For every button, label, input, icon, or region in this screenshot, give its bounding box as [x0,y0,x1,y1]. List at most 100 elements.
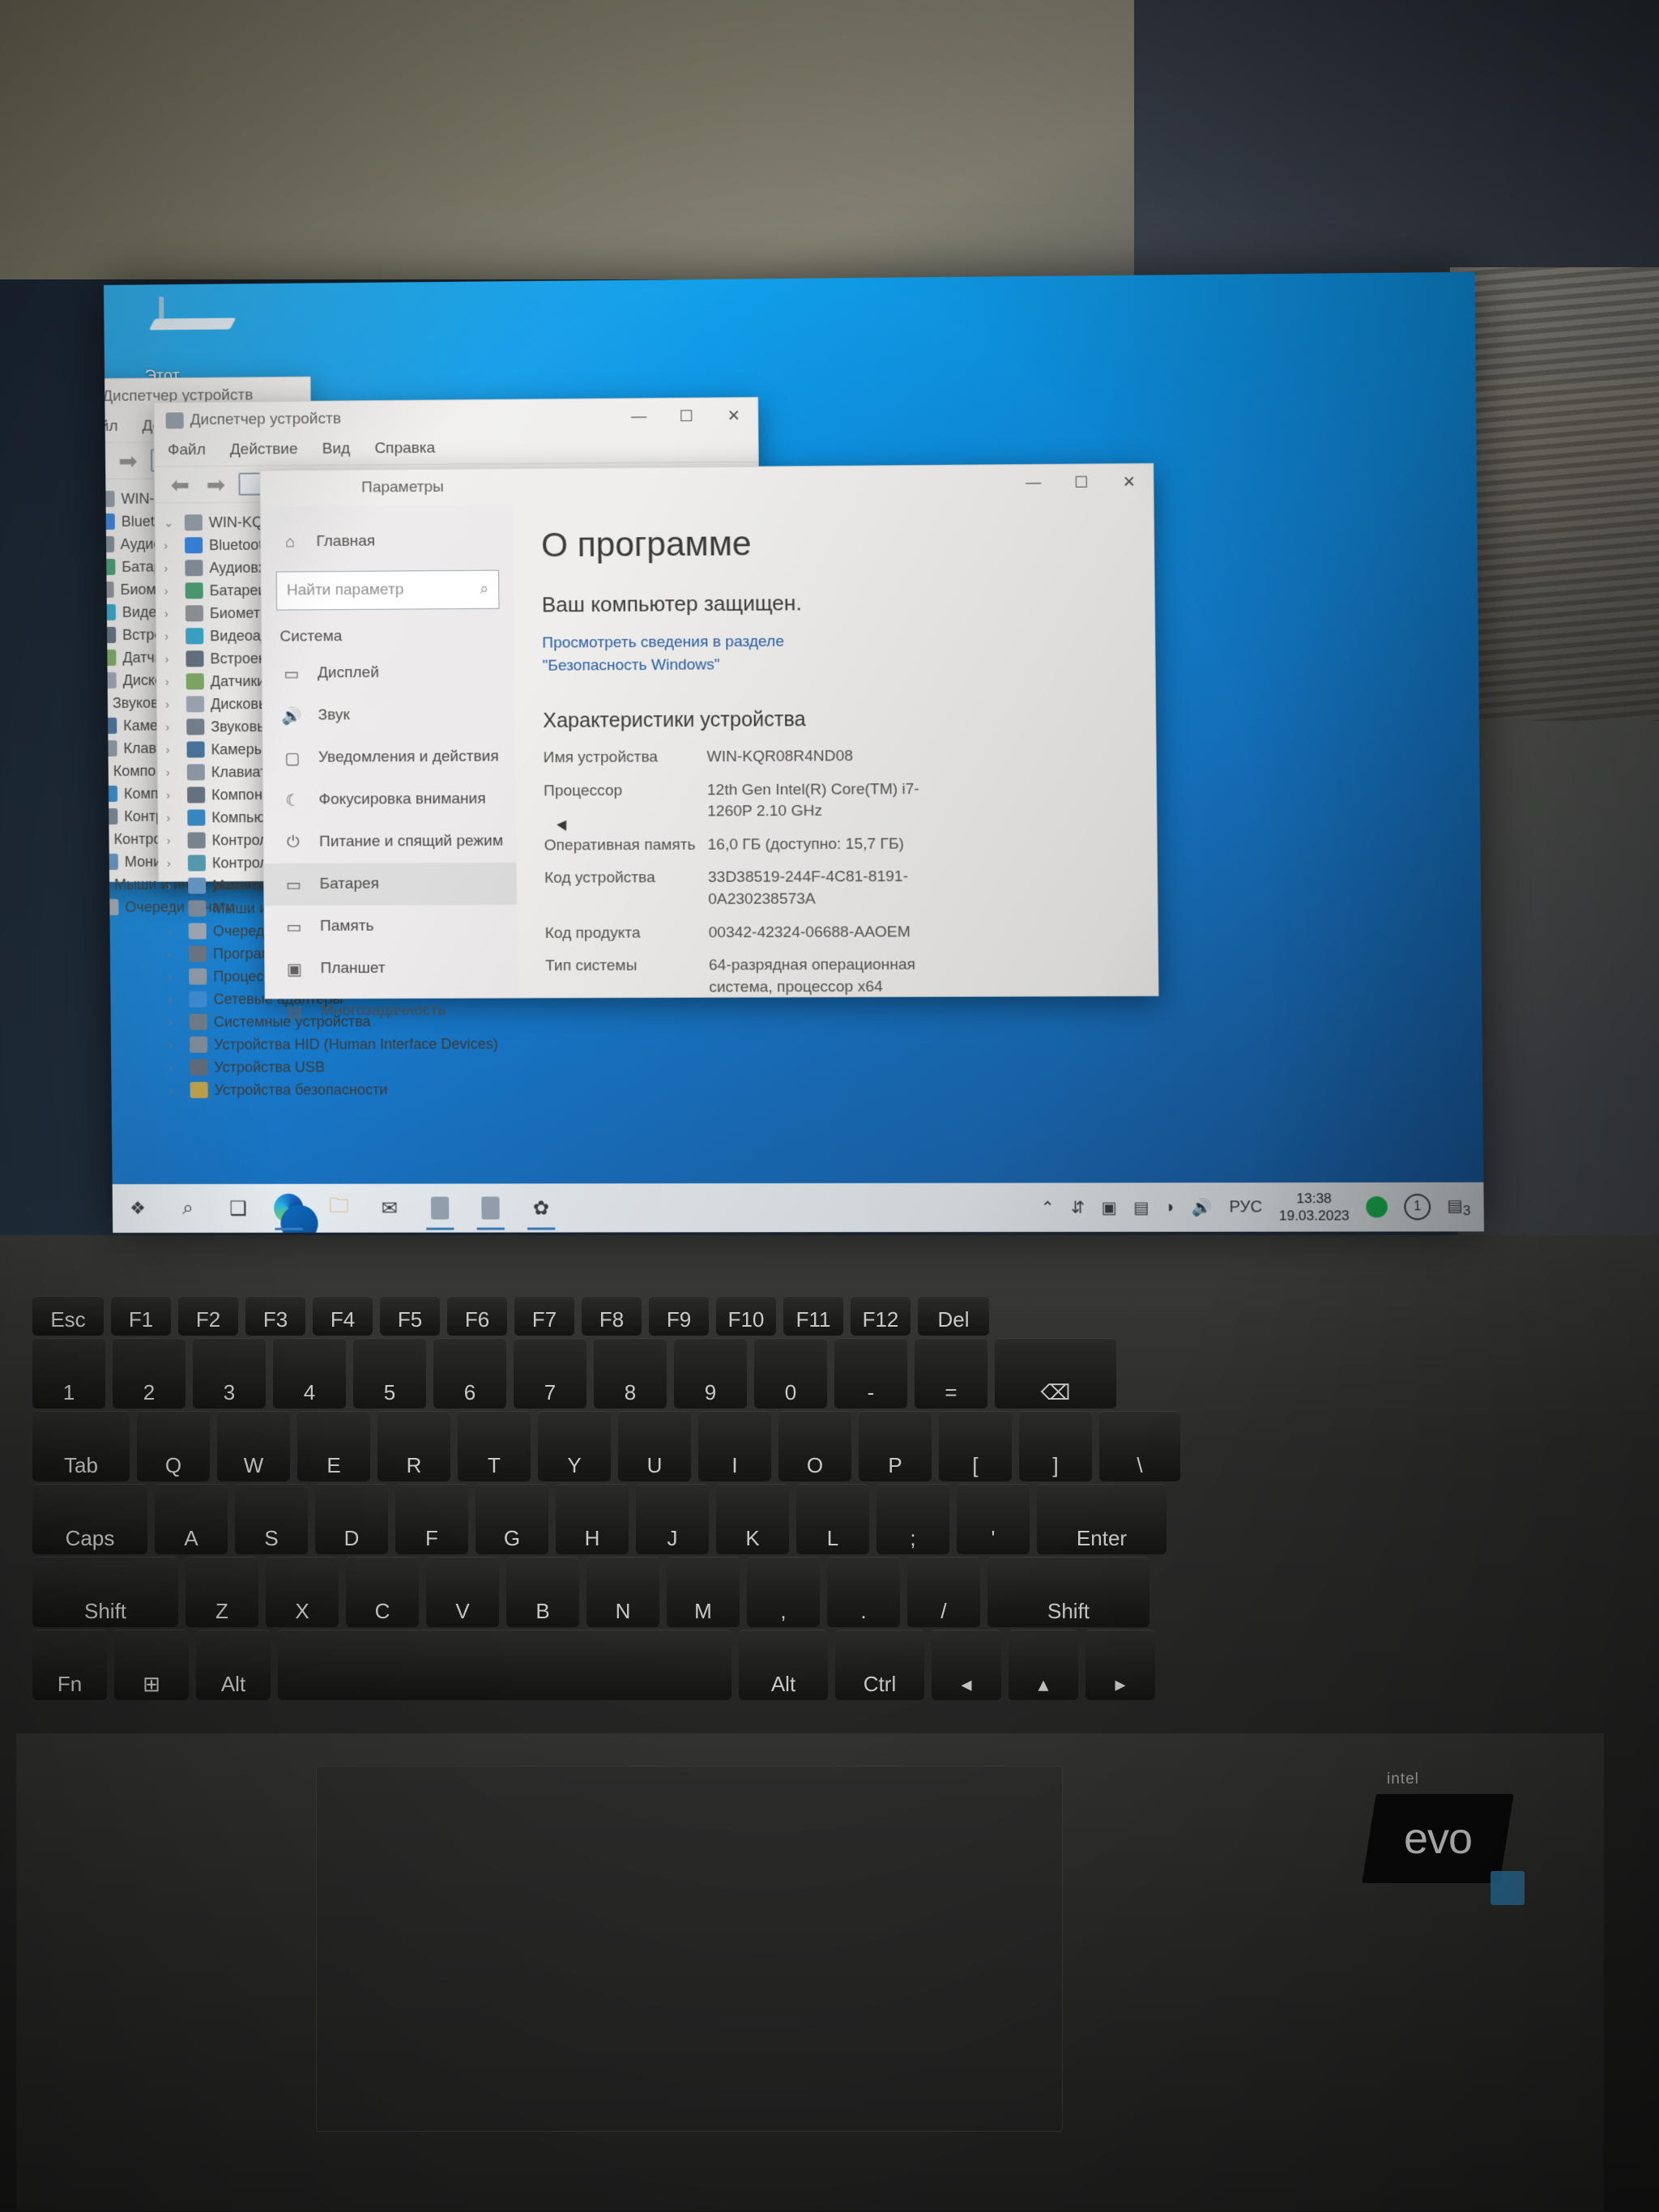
keyboard-key[interactable]: B [506,1557,579,1627]
chevron-right-icon[interactable]: › [168,1060,183,1074]
keyboard-key[interactable]: Enter [1037,1484,1166,1554]
chevron-right-icon[interactable]: › [168,1038,183,1051]
keyboard-key[interactable]: [ [939,1411,1012,1481]
mail-button[interactable]: ✉ [364,1184,415,1233]
forward-arrow-icon[interactable]: ➡ [114,448,142,473]
keyboard-key[interactable]: F [395,1484,468,1554]
menu-file[interactable]: Файл [104,418,118,436]
chevron-right-icon[interactable]: › [165,743,180,757]
language-indicator[interactable]: РУС [1229,1198,1262,1217]
keyboard-key[interactable]: 5 [353,1338,426,1409]
keyboard-key[interactable]: 6 [433,1338,506,1409]
keyboard-key[interactable]: L [796,1484,869,1554]
settings-window[interactable]: Параметры — ☐ ✕ ⌂ Главная Найти параметр… [259,462,1159,1021]
system-tray[interactable]: ⌃ ⇵ ▣ ▤ ◗ 🔊 РУС 13:38 19.03.2023 1 ▤3 [1041,1190,1484,1225]
sidebar-item-notifications[interactable]: ▢ Уведомления и действия [263,735,516,779]
keyboard-key[interactable]: H [556,1484,629,1554]
keyboard-key[interactable]: F3 [245,1296,305,1336]
keyboard-key[interactable]: / [907,1557,980,1627]
settings-button[interactable]: ✿ [515,1183,566,1232]
chevron-right-icon[interactable]: › [165,675,180,688]
tree-item[interactable]: › Устройства HID (Human Interface Devices… [168,1032,764,1056]
keyboard-key[interactable]: 9 [674,1338,747,1409]
notification-badge-count[interactable]: 1 [1404,1193,1431,1221]
window-controls[interactable]: — ☐ ✕ [1009,464,1154,501]
back-arrow-icon[interactable]: ⬅ [166,472,194,497]
keyboard-key[interactable]: ▴ [1009,1630,1078,1700]
chevron-right-icon[interactable]: › [165,720,180,734]
edge-button[interactable] [263,1184,314,1233]
battery-device-icon[interactable]: ▤ [1133,1197,1149,1217]
start-button[interactable]: ❖ [113,1184,164,1233]
keyboard-key[interactable]: U [618,1411,691,1481]
keyboard-key[interactable]: F4 [313,1296,373,1336]
wifi-icon[interactable]: ◗ [1166,1198,1176,1217]
chevron-right-icon[interactable]: › [168,924,182,938]
keyboard-key[interactable]: F8 [582,1296,642,1336]
keyboard-key[interactable]: \ [1099,1411,1180,1481]
keyboard-key[interactable]: F1 [111,1296,171,1336]
chevron-right-icon[interactable]: › [164,607,179,620]
clock[interactable]: 13:38 19.03.2023 [1279,1190,1350,1225]
keyboard-key[interactable]: ⊞ [114,1630,189,1700]
keyboard-key[interactable]: 0 [754,1338,827,1409]
close-button[interactable]: ✕ [710,398,757,434]
taskbar[interactable]: ❖ ⌕ ❑ 🗀 ✉ ✿ ⌃ ⇵ ▣ ▤ ◗ 🔊 РУС 13:38 19.03.… [112,1182,1485,1234]
sliders-icon[interactable]: ⇵ [1071,1197,1085,1217]
chevron-right-icon[interactable]: › [166,811,181,825]
chevron-right-icon[interactable]: › [168,992,182,1006]
chevron-right-icon[interactable]: › [164,652,179,666]
sidebar-item-display[interactable]: ▭ Дисплей [262,651,515,695]
chevron-right-icon[interactable]: › [166,788,181,802]
keyboard-key[interactable]: T [458,1411,531,1481]
sidebar-item-tablet[interactable]: ▣ Планшет [265,947,518,990]
keyboard-key[interactable]: E [297,1411,370,1481]
keyboard-key[interactable]: Alt [739,1630,828,1700]
menu-file[interactable]: Файл [168,441,206,459]
minimize-button[interactable]: — [1009,465,1057,501]
task-view-button[interactable]: ❑ [213,1184,264,1233]
keyboard-key[interactable]: 3 [193,1338,266,1409]
camera-device-icon[interactable]: ▣ [1102,1197,1117,1217]
keyboard-key[interactable]: F11 [783,1296,843,1336]
keyboard-key[interactable]: ▸ [1085,1630,1155,1700]
sidebar-item-multitasking[interactable]: ▤ Многозадачность [266,989,518,1032]
keyboard-key[interactable]: O [778,1411,851,1481]
chevron-right-icon[interactable]: › [164,584,179,598]
laptop-keyboard[interactable]: Esc F1 F2 F3 F4 F5 F6 F7 F8 F9 F10 F11 F12 Del 1 2 3 4 5 6 7… [32,1296,1596,1737]
keyboard-key[interactable]: Q [137,1411,210,1481]
action-center-icon[interactable]: ▤3 [1447,1195,1470,1218]
keyboard-key[interactable]: K [716,1484,789,1554]
keyboard-key[interactable]: ◂ [932,1630,1001,1700]
menu-action[interactable]: Действие [230,441,298,459]
keyboard-key[interactable]: ; [876,1484,949,1554]
close-button[interactable]: ✕ [1105,464,1154,501]
settings-sidebar[interactable]: ⌂ Главная Найти параметр ⌕ Система ▭ Дисп… [260,505,518,1021]
chevron-right-icon[interactable]: › [167,856,181,870]
sidebar-item-storage[interactable]: ▭ Память [265,905,518,948]
keyboard-key[interactable]: 7 [514,1338,586,1409]
chevron-right-icon[interactable]: › [165,697,180,711]
device-manager-button-2[interactable] [465,1183,516,1232]
keyboard-key[interactable]: Ctrl [835,1630,924,1700]
tree-item[interactable]: › Устройства USB [168,1055,764,1079]
keyboard-key[interactable]: P [859,1411,932,1481]
keyboard-key[interactable]: 4 [273,1338,346,1409]
keyboard-key[interactable]: Z [186,1557,258,1627]
chevron-right-icon[interactable]: › [168,1083,183,1097]
keyboard-key[interactable]: Fn [32,1630,107,1700]
keyboard-key[interactable]: N [586,1557,659,1627]
keyboard-key[interactable] [278,1630,731,1700]
keyboard-key[interactable]: F5 [380,1296,440,1336]
chevron-right-icon[interactable]: › [167,901,181,915]
keyboard-key[interactable]: Alt [196,1630,271,1700]
keyboard-key[interactable]: Del [918,1296,989,1336]
keyboard-key[interactable]: ] [1019,1411,1092,1481]
keyboard-key[interactable]: W [217,1411,290,1481]
menu-bar[interactable]: Файл Действие Вид Справка [154,433,758,467]
keyboard-key[interactable]: G [476,1484,548,1554]
laptop-trackpad[interactable] [316,1766,1063,2132]
chevron-right-icon[interactable]: › [168,970,182,983]
keyboard-key[interactable]: F9 [649,1296,709,1336]
keyboard-key[interactable]: J [636,1484,709,1554]
